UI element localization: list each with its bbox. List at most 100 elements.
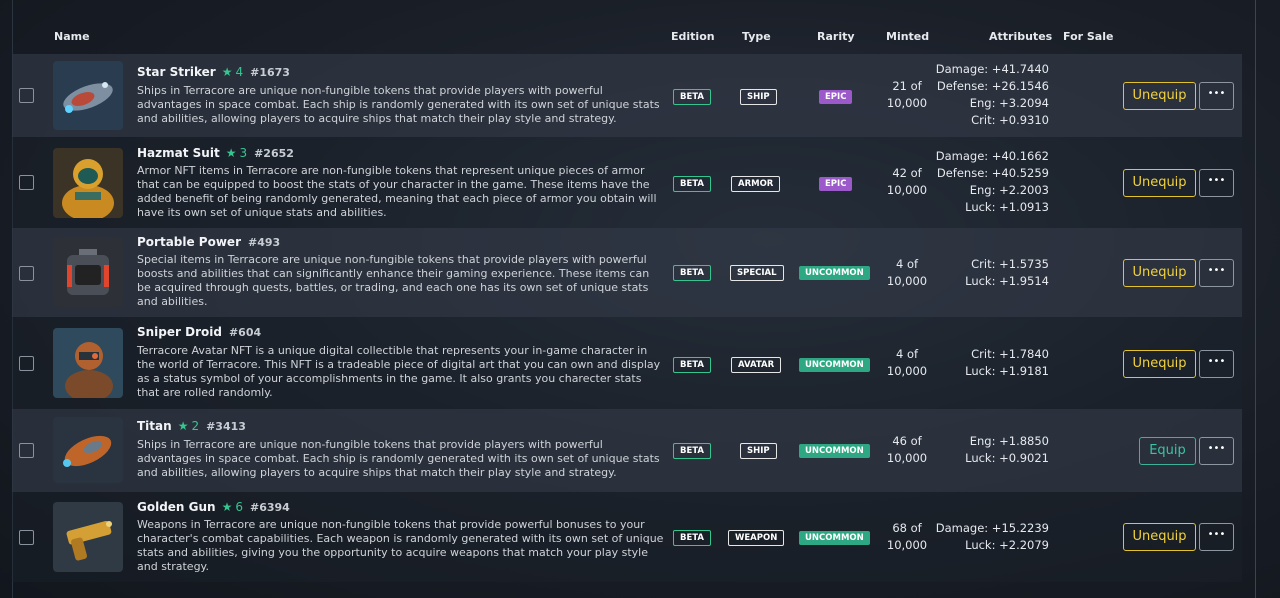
row-checkbox[interactable] <box>19 356 34 371</box>
attributes-list: Crit: +1.5735 Luck: +1.9514 <box>933 256 1049 290</box>
rarity-badge: EPIC <box>819 177 853 191</box>
unequip-button[interactable]: Unequip <box>1123 259 1196 287</box>
minted-of: 46 of <box>892 434 922 448</box>
table-row[interactable]: Sniper Droid #604 Terracore Avatar NFT is… <box>12 317 1242 409</box>
attribute: Luck: +1.9514 <box>965 274 1049 288</box>
item-description: Terracore Avatar NFT is a unique digital… <box>137 344 661 399</box>
edition-badge: BETA <box>673 89 712 105</box>
item-description: Ships in Terracore are unique non-fungib… <box>137 84 660 125</box>
star-icon: ★ <box>221 500 233 514</box>
unequip-button[interactable]: Unequip <box>1123 350 1196 378</box>
more-options-button[interactable]: ••• <box>1199 82 1234 110</box>
unequip-button[interactable]: Unequip <box>1123 82 1196 110</box>
attribute: Crit: +1.5735 <box>971 257 1049 271</box>
col-header-name[interactable]: Name <box>54 30 90 43</box>
attribute: Eng: +3.2094 <box>969 96 1049 110</box>
attributes-list: Eng: +1.8850 Luck: +0.9021 <box>933 433 1049 467</box>
rarity-badge: UNCOMMON <box>799 531 870 545</box>
row-checkbox[interactable] <box>19 530 34 545</box>
type-badge: SHIP <box>740 443 777 459</box>
col-header-edition[interactable]: Edition <box>671 30 715 43</box>
table-row[interactable]: Portable Power #493 Special items in Terr… <box>12 228 1242 317</box>
attribute: Luck: +0.9021 <box>965 451 1049 465</box>
minted-of: 4 of <box>895 347 919 361</box>
attributes-list: Crit: +1.7840 Luck: +1.9181 <box>933 346 1049 380</box>
item-title[interactable]: Titan ★ 2 #3413 <box>137 419 246 433</box>
star-icon: ★ <box>177 419 189 433</box>
item-name: Star Striker <box>137 65 216 79</box>
edition-badge: BETA <box>673 265 712 281</box>
unequip-button[interactable]: Unequip <box>1123 523 1196 551</box>
rarity-badge: UNCOMMON <box>799 444 870 458</box>
minted-total: 10,000 <box>886 183 928 197</box>
attribute: Defense: +40.5259 <box>936 166 1049 180</box>
item-thumbnail-armor <box>53 148 123 218</box>
edition-badge: BETA <box>673 443 712 459</box>
attributes-list: Damage: +40.1662 Defense: +40.5259 Eng: +2… <box>933 148 1049 216</box>
item-description: Weapons in Terracore are unique non-fung… <box>137 518 664 573</box>
equip-button[interactable]: Equip <box>1139 437 1196 465</box>
minted-of: 42 of <box>892 166 922 180</box>
item-title[interactable]: Portable Power #493 <box>137 235 280 249</box>
ellipsis-icon: ••• <box>1207 175 1226 186</box>
minted-count: 4 of 10,000 <box>876 346 938 380</box>
minted-count: 46 of 10,000 <box>876 433 938 467</box>
ellipsis-icon: ••• <box>1207 529 1226 540</box>
col-header-attributes[interactable]: Attributes <box>989 30 1052 43</box>
type-badge: WEAPON <box>728 530 785 546</box>
minted-of: 68 of <box>892 521 922 535</box>
more-options-button[interactable]: ••• <box>1199 350 1234 378</box>
row-checkbox[interactable] <box>19 88 34 103</box>
row-checkbox[interactable] <box>19 443 34 458</box>
table-row[interactable]: Titan ★ 2 #3413 Ships in Terracore are uniq… <box>12 409 1242 492</box>
table-row[interactable]: Golden Gun ★ 6 #6394 Weapons in Terracore a… <box>12 492 1242 582</box>
row-checkbox[interactable] <box>19 266 34 281</box>
ellipsis-icon: ••• <box>1207 443 1226 454</box>
attributes-list: Damage: +15.2239 Luck: +2.2079 <box>933 520 1049 554</box>
item-id: #3413 <box>206 420 246 433</box>
rarity-badge: EPIC <box>819 90 853 104</box>
item-description: Ships in Terracore are unique non-fungib… <box>137 438 660 479</box>
star-icon: ★ <box>221 65 233 79</box>
attributes-list: Damage: +41.7440 Defense: +26.1546 Eng: +3… <box>933 61 1049 129</box>
item-name: Hazmat Suit <box>137 146 220 160</box>
attribute: Eng: +2.2003 <box>969 183 1049 197</box>
col-header-for-sale[interactable]: For Sale <box>1063 30 1113 43</box>
attribute: Crit: +1.7840 <box>971 347 1049 361</box>
item-thumbnail-weapon <box>53 502 123 572</box>
item-name: Sniper Droid <box>137 325 222 339</box>
item-title[interactable]: Star Striker ★ 4 #1673 <box>137 65 290 79</box>
attribute: Crit: +0.9310 <box>971 113 1049 127</box>
attribute: Luck: +1.0913 <box>965 200 1049 214</box>
col-header-type[interactable]: Type <box>742 30 771 43</box>
item-name: Golden Gun <box>137 500 216 514</box>
more-options-button[interactable]: ••• <box>1199 523 1234 551</box>
table-row[interactable]: Hazmat Suit ★ 3 #2652 Armor NFT items in Te… <box>12 137 1242 228</box>
more-options-button[interactable]: ••• <box>1199 259 1234 287</box>
table-header: Name Edition Type Rarity Minted Attribut… <box>0 30 1280 48</box>
item-thumbnail-ship <box>53 417 123 483</box>
minted-count: 21 of 10,000 <box>876 78 938 112</box>
item-title[interactable]: Sniper Droid #604 <box>137 325 261 339</box>
item-id: #604 <box>228 326 262 339</box>
item-id: #493 <box>248 236 281 249</box>
minted-count: 68 of 10,000 <box>876 520 938 554</box>
more-options-button[interactable]: ••• <box>1199 437 1234 465</box>
col-header-rarity[interactable]: Rarity <box>817 30 855 43</box>
item-level: 2 <box>191 419 200 433</box>
item-title[interactable]: Hazmat Suit ★ 3 #2652 <box>137 146 294 160</box>
attribute: Damage: +41.7440 <box>935 62 1049 76</box>
table-row[interactable]: Star Striker ★ 4 #1673 Ships in Terracore a… <box>12 54 1242 137</box>
col-header-minted[interactable]: Minted <box>886 30 929 43</box>
unequip-button[interactable]: Unequip <box>1123 169 1196 197</box>
more-options-button[interactable]: ••• <box>1199 169 1234 197</box>
item-description: Armor NFT items in Terracore are non-fun… <box>137 164 657 219</box>
item-id: #6394 <box>250 501 290 514</box>
edition-badge: BETA <box>673 357 712 373</box>
minted-total: 10,000 <box>886 451 928 465</box>
row-checkbox[interactable] <box>19 175 34 190</box>
scrollbar-track[interactable] <box>1255 0 1256 598</box>
attribute: Eng: +1.8850 <box>969 434 1049 448</box>
minted-count: 42 of 10,000 <box>876 165 938 199</box>
item-title[interactable]: Golden Gun ★ 6 #6394 <box>137 500 290 514</box>
